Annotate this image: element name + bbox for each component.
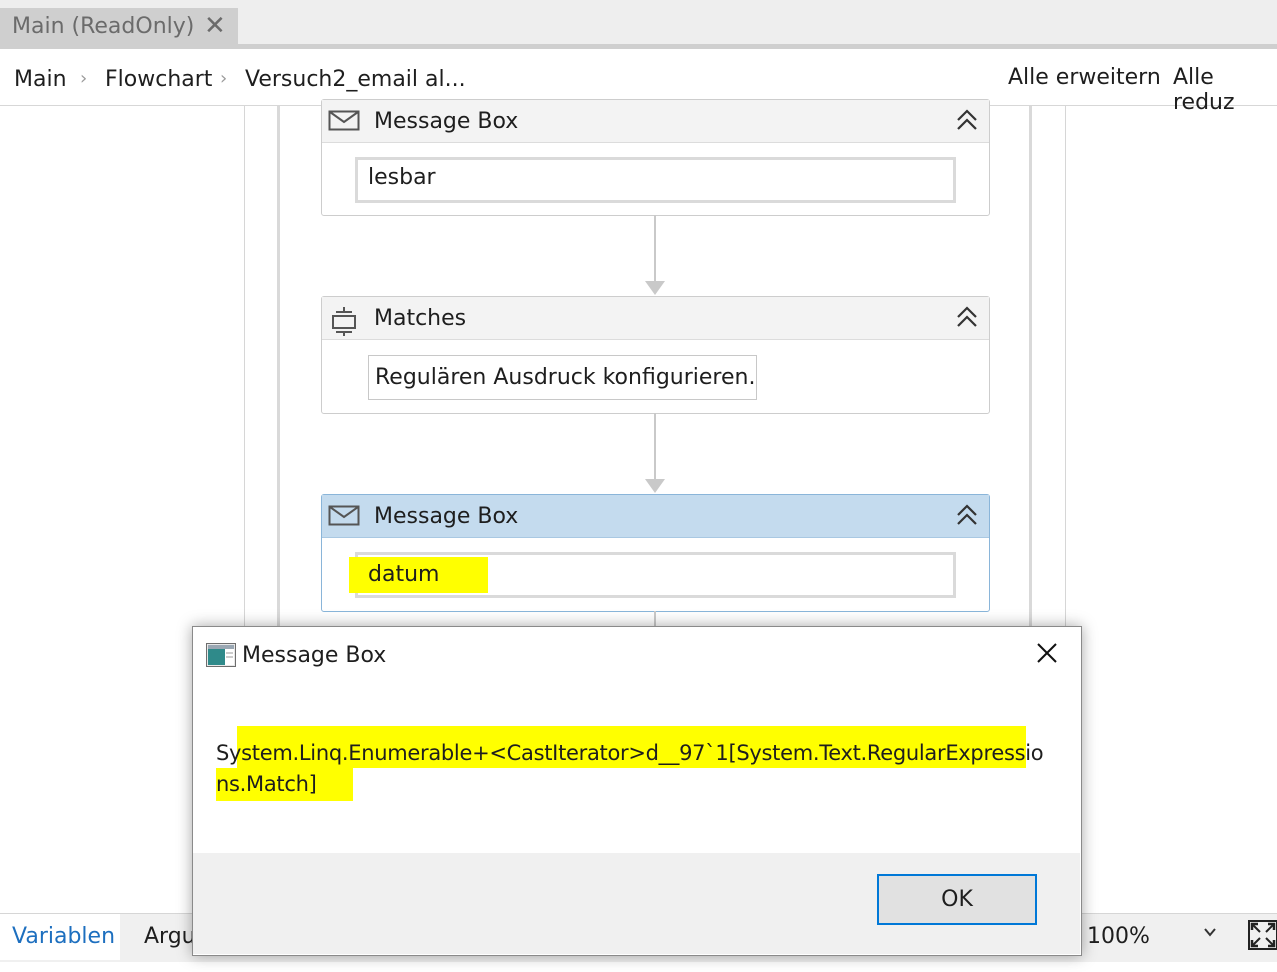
breadcrumb-item-flowchart[interactable]: Flowchart [105,67,212,92]
activity-title: Matches [374,306,467,331]
connector-line [654,215,656,281]
envelope-icon [328,108,360,136]
zoom-select[interactable]: 100% [1087,924,1150,949]
activity-header[interactable]: Matches [322,297,989,340]
window-app-icon [206,643,236,671]
activity-title: Message Box [374,109,519,134]
tab-main-label: Main (ReadOnly) [12,14,195,39]
activity-title: Message Box [374,504,519,529]
connector-arrow-icon [645,479,665,493]
connector-arrow-icon [645,281,665,295]
collapse-all-button[interactable]: Alle reduz [1173,65,1277,115]
connector-line [654,413,656,479]
message-text-field[interactable]: lesbar [355,157,956,203]
activity-matches[interactable]: Matches Regulären Ausdruck konfigurieren… [321,296,990,414]
breadcrumb-separator-icon: › [80,68,88,89]
fit-to-screen-icon[interactable] [1248,920,1277,954]
tab-close-icon[interactable]: ✕ [204,11,226,41]
chevron-down-icon[interactable] [1203,924,1217,943]
dialog-message-line-2: ns.Match] [216,772,317,796]
breadcrumb-item-sequence[interactable]: Versuch2_email al... [245,67,466,92]
activity-header[interactable]: Message Box [322,100,989,143]
tab-arguments[interactable]: Argu [144,924,196,949]
breadcrumb-separator-icon: › [220,68,228,89]
collapse-icon[interactable] [955,502,979,532]
breadcrumb-item-main[interactable]: Main [14,67,67,92]
activity-header[interactable]: Message Box [322,495,989,538]
matches-icon [328,305,360,341]
connector-line [654,611,656,627]
configure-regex-button[interactable]: Regulären Ausdruck konfigurieren... [368,355,757,400]
envelope-icon [328,503,360,531]
message-text-value: datum [368,562,440,587]
tab-variables-label: Variablen [12,924,116,949]
dialog-message-line-1: System.Linq.Enumerable+<CastIterator>d__… [216,741,1044,765]
activity-message-box-1[interactable]: Message Box lesbar [321,99,990,216]
dialog-title: Message Box [242,643,387,668]
expand-all-button[interactable]: Alle erweitern [1008,65,1161,90]
activity-message-box-2[interactable]: Message Box datum [321,494,990,612]
collapse-icon[interactable] [955,304,979,334]
collapse-icon[interactable] [955,107,979,137]
ok-button[interactable]: OK [877,874,1037,925]
close-icon[interactable] [1032,638,1062,672]
